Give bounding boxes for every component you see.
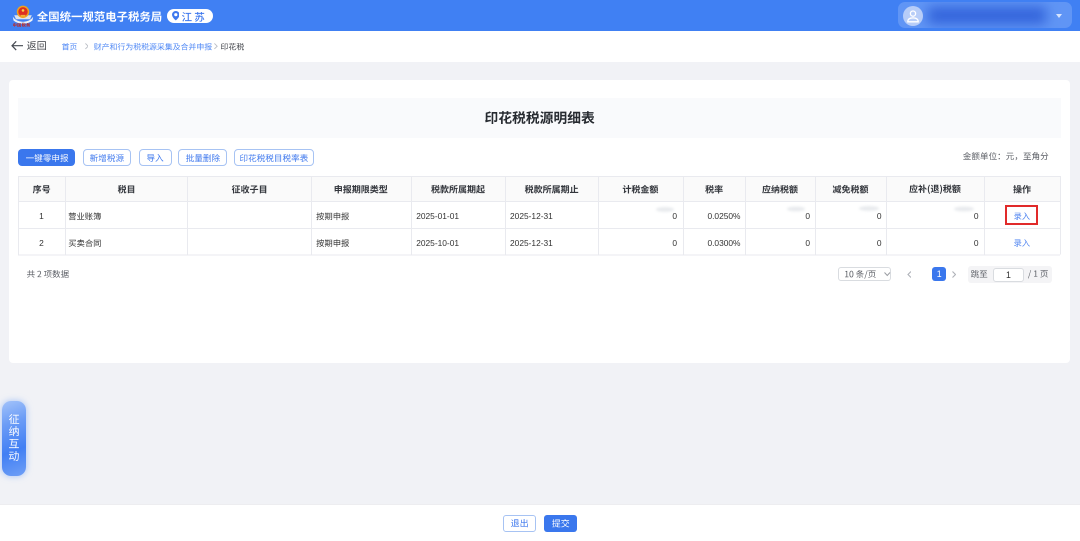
svg-text:2: 2 [39, 238, 44, 248]
svg-text:0: 0 [672, 238, 677, 248]
svg-text:0: 0 [877, 211, 882, 221]
svg-text:0: 0 [974, 211, 979, 221]
svg-text:2025-12-31: 2025-12-31 [510, 238, 553, 248]
svg-text:0: 0 [877, 238, 882, 248]
svg-text:1: 1 [39, 211, 44, 221]
svg-text:0.0250%: 0.0250% [707, 211, 741, 221]
svg-text:0: 0 [672, 211, 677, 221]
svg-text:2025-12-31: 2025-12-31 [510, 211, 553, 221]
svg-text:0: 0 [805, 238, 810, 248]
svg-text:0.0300%: 0.0300% [707, 238, 741, 248]
svg-text:2025-01-01: 2025-01-01 [416, 211, 459, 221]
svg-text:0: 0 [805, 211, 810, 221]
svg-text:2025-10-01: 2025-10-01 [416, 238, 459, 248]
svg-text:0: 0 [974, 238, 979, 248]
